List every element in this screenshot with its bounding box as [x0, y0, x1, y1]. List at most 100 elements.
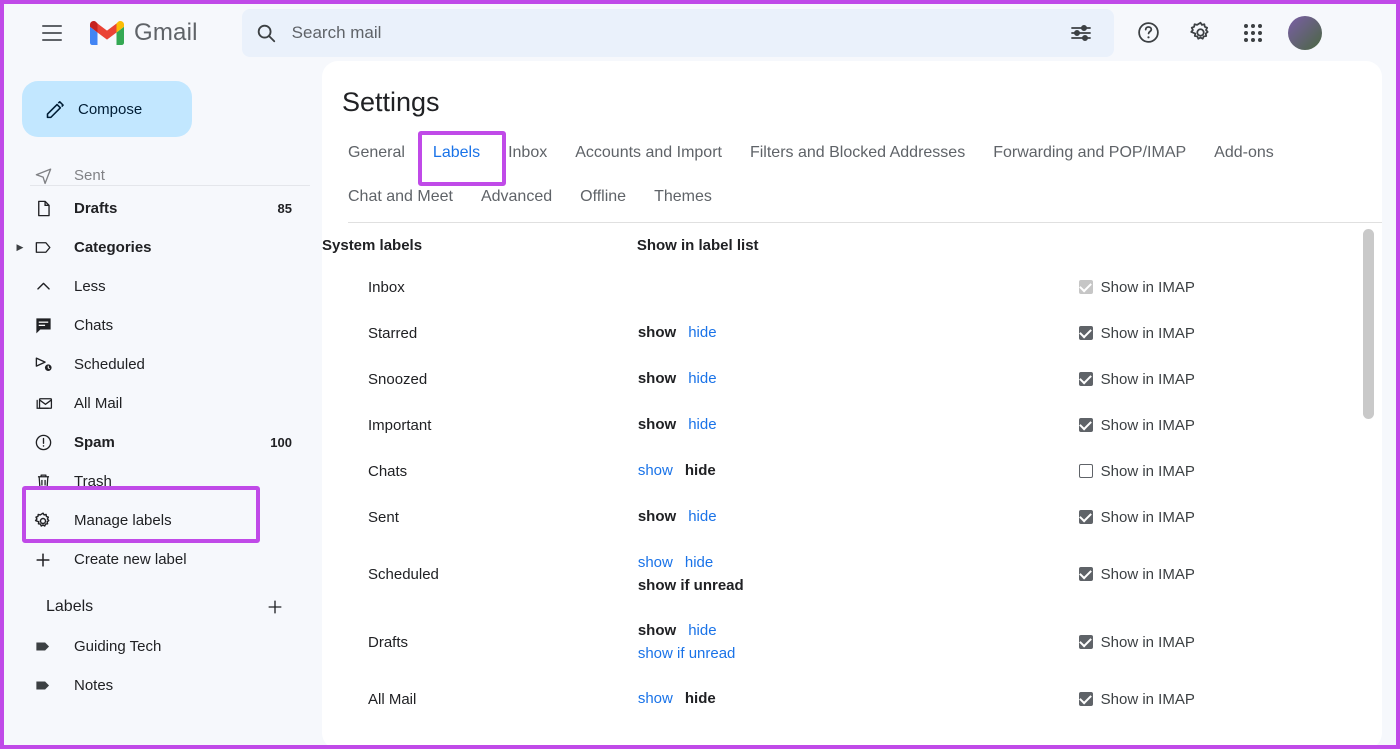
column-header-show-in-label-list: Show in label list: [636, 237, 759, 254]
show-in-imap-label: Show in IMAP: [1100, 508, 1195, 526]
search-icon[interactable]: [242, 9, 290, 57]
apps-grid-icon[interactable]: [1232, 12, 1274, 54]
imap-cell: Show in IMAP: [1078, 264, 1382, 310]
show-in-imap-checkbox[interactable]: [1078, 371, 1093, 386]
search-input[interactable]: [289, 8, 1058, 57]
chevron-up-icon: [30, 277, 56, 296]
show-in-imap-checkbox[interactable]: [1078, 634, 1093, 649]
scrollbar-thumb[interactable]: [1363, 229, 1374, 419]
show-in-imap-checkbox[interactable]: [1078, 325, 1093, 340]
show-in-imap-checkbox[interactable]: [1078, 509, 1093, 524]
vertical-scrollbar[interactable]: [1363, 229, 1374, 719]
table-row: Chats show hide Show in IMAP: [322, 448, 1382, 494]
account-avatar[interactable]: [1287, 15, 1322, 50]
action-hide[interactable]: hide: [685, 554, 713, 571]
tab-inbox[interactable]: Inbox: [508, 140, 547, 166]
sidebar-item-chats[interactable]: Chats: [8, 306, 310, 345]
action-show-if-unread[interactable]: show if unread: [638, 645, 736, 662]
pencil-icon: [46, 100, 64, 118]
gmail-logo-icon: [90, 20, 124, 45]
chevron-right-icon[interactable]: ▶: [14, 242, 26, 253]
action-show: show: [637, 416, 677, 434]
search-bar[interactable]: [241, 8, 1114, 57]
tune-icon[interactable]: [1058, 10, 1104, 56]
show-in-imap-checkbox[interactable]: [1078, 417, 1093, 432]
sidebar-item-spam[interactable]: Spam 100: [8, 423, 310, 462]
table-row: Sent show hide Show in IMAP: [322, 494, 1382, 540]
sidebar: Compose Sent Drafts 85 ▶ Categories Less…: [8, 61, 310, 745]
sidebar-item-count: 100: [270, 435, 292, 450]
gmail-brand[interactable]: Gmail: [90, 19, 198, 47]
tab-labels[interactable]: Labels: [433, 140, 480, 166]
show-in-imap-checkbox[interactable]: [1078, 464, 1093, 478]
show-in-imap-checkbox[interactable]: [1078, 691, 1093, 706]
action-show[interactable]: show: [638, 462, 673, 479]
sidebar-item-label: Chats: [74, 317, 114, 334]
action-hide[interactable]: hide: [688, 622, 716, 639]
sidebar-item-categories[interactable]: ▶ Categories: [8, 228, 310, 267]
sidebar-item-create-new-label[interactable]: Create new label: [8, 540, 310, 579]
label-visibility-actions: show hide show if unread: [637, 608, 1078, 676]
label-name-cell: All Mail: [368, 690, 417, 708]
tab-general[interactable]: General: [348, 140, 405, 166]
label-tag-icon: [30, 676, 56, 695]
sidebar-item-sent-peek[interactable]: Sent: [8, 163, 310, 187]
table-header-row: System labels Show in label list: [322, 223, 1382, 264]
tab-accounts-and-import[interactable]: Accounts and Import: [575, 140, 722, 166]
document-icon: [30, 199, 56, 218]
sidebar-item-trash[interactable]: Trash: [8, 462, 310, 501]
column-header-imap: [1078, 223, 1382, 264]
sidebar-item-drafts[interactable]: Drafts 85: [8, 189, 310, 228]
plus-icon[interactable]: [262, 594, 288, 620]
imap-cell: Show in IMAP: [1078, 402, 1382, 448]
tab-add-ons[interactable]: Add-ons: [1214, 140, 1274, 166]
help-icon[interactable]: [1128, 12, 1170, 54]
action-hide[interactable]: hide: [688, 508, 716, 525]
sidebar-label-text: Notes: [74, 677, 114, 694]
labels-section-title: Labels: [46, 598, 94, 615]
check-icon: [1079, 279, 1092, 292]
action-hide[interactable]: hide: [688, 370, 716, 387]
label-visibility-actions: show hide: [637, 494, 1078, 540]
check-icon: [1079, 325, 1092, 338]
sidebar-item-label: All Mail: [74, 395, 123, 412]
action-show[interactable]: show: [638, 554, 673, 571]
show-in-imap-label: Show in IMAP: [1100, 633, 1195, 651]
sidebar-item-less[interactable]: Less: [8, 267, 310, 306]
action-hide[interactable]: hide: [688, 416, 716, 433]
sidebar-item-scheduled[interactable]: Scheduled: [8, 345, 310, 384]
show-in-imap-checkbox[interactable]: [1078, 566, 1093, 581]
sidebar-label-guiding-tech[interactable]: Guiding Tech: [8, 627, 310, 666]
tab-themes[interactable]: Themes: [654, 184, 712, 210]
tab-offline[interactable]: Offline: [580, 184, 626, 210]
compose-label: Compose: [78, 100, 143, 118]
hamburger-icon[interactable]: [30, 11, 74, 55]
sidebar-item-label: Categories: [74, 239, 152, 256]
brand-label: Gmail: [134, 18, 198, 46]
settings-panel: Settings General Labels Inbox Accounts a…: [322, 61, 1382, 745]
tab-advanced[interactable]: Advanced: [481, 184, 552, 210]
sidebar-item-all-mail[interactable]: All Mail: [8, 384, 310, 423]
label-visibility-actions: show hide: [637, 310, 1078, 356]
tab-filters-and-blocked-addresses[interactable]: Filters and Blocked Addresses: [750, 140, 965, 166]
spam-icon: [30, 433, 56, 452]
tab-chat-and-meet[interactable]: Chat and Meet: [348, 184, 453, 210]
label-name-cell: Drafts: [368, 633, 409, 651]
labels-table-scroll: System labels Show in label list Inbox Sh…: [322, 223, 1382, 728]
compose-button[interactable]: Compose: [22, 81, 192, 137]
sidebar-item-manage-labels[interactable]: Manage labels: [8, 501, 310, 540]
imap-cell: Show in IMAP: [1078, 540, 1382, 608]
imap-cell: Show in IMAP: [1078, 608, 1382, 676]
action-hide[interactable]: hide: [688, 324, 716, 341]
action-hide: hide: [684, 462, 716, 480]
sidebar-label-notes[interactable]: Notes: [8, 666, 310, 705]
action-show[interactable]: show: [638, 690, 673, 707]
tab-forwarding-and-pop-imap[interactable]: Forwarding and POP/IMAP: [993, 140, 1186, 166]
settings-tabs: General Labels Inbox Accounts and Import…: [322, 118, 1382, 223]
gear-icon[interactable]: [1180, 12, 1222, 54]
check-icon: [1079, 509, 1092, 522]
label-name-cell: Important: [368, 416, 432, 434]
check-icon: [1079, 691, 1092, 704]
check-icon: [1079, 417, 1092, 430]
scheduled-send-icon: [30, 355, 56, 374]
